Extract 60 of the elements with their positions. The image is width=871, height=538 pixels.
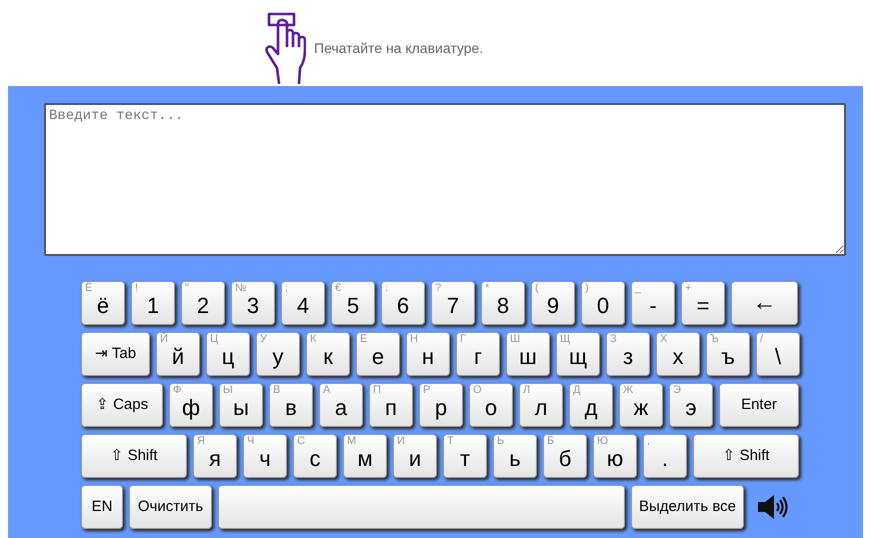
keyboard-key[interactable]: € 5 <box>331 281 375 325</box>
keyboard-key[interactable]: Ц ц <box>206 332 250 376</box>
keyboard-key[interactable]: О о <box>469 383 513 427</box>
keyboard-key[interactable]: ( 9 <box>531 281 575 325</box>
keyboard-key[interactable]: Д д <box>569 383 613 427</box>
keyboard-key[interactable]: Б б <box>543 434 587 478</box>
keyboard-key[interactable]: А а <box>319 383 363 427</box>
keyboard-key[interactable]: / \ <box>756 332 800 376</box>
text-input-field[interactable]: Введите текст... <box>44 103 846 256</box>
keyboard-key[interactable]: Н н <box>406 332 450 376</box>
keyboard-key[interactable]: Р р <box>419 383 463 427</box>
keyboard-key[interactable]: Ь ь <box>493 434 537 478</box>
keyboard-key[interactable]: И и <box>393 434 437 478</box>
keyboard-key[interactable]: К к <box>306 332 350 376</box>
keyboard-key[interactable]: ? 7 <box>431 281 475 325</box>
tab-key[interactable]: ⇥ Tab <box>81 332 150 376</box>
keyboard-key[interactable]: П п <box>369 383 413 427</box>
clear-key[interactable]: Очистить <box>129 485 212 529</box>
shift-key[interactable]: ⇧ Shift <box>81 434 187 478</box>
keyboard-key[interactable]: С с <box>293 434 337 478</box>
keyboard-key[interactable]: _ - <box>631 281 675 325</box>
keyboard-key[interactable]: Ч ч <box>243 434 287 478</box>
keyboard-key[interactable]: * 8 <box>481 281 525 325</box>
keyboard-key[interactable]: ) 0 <box>581 281 625 325</box>
keyboard-key[interactable]: Ё ё <box>81 281 125 325</box>
instruction-text: Печатайте на клавиатуре. <box>314 38 484 58</box>
keyboard-key[interactable]: ! 1 <box>131 281 175 325</box>
keyboard-key[interactable]: Ы ы <box>219 383 263 427</box>
keyboard-key[interactable]: У у <box>256 332 300 376</box>
keyboard-key[interactable]: , . <box>643 434 687 478</box>
keyboard-key[interactable]: : 6 <box>381 281 425 325</box>
keyboard-key[interactable]: Г г <box>456 332 500 376</box>
keyboard-key[interactable]: М м <box>343 434 387 478</box>
space-key[interactable] <box>218 485 625 529</box>
keyboard-key[interactable]: Ш ш <box>506 332 550 376</box>
keyboard-key[interactable]: Щ щ <box>556 332 600 376</box>
keyboard-key[interactable]: Э э <box>669 383 713 427</box>
lang-key[interactable]: EN <box>81 485 123 529</box>
select-all-key[interactable]: Выделить все <box>631 485 744 529</box>
caps-key[interactable]: ⇪ Caps <box>81 383 163 427</box>
keyboard-key[interactable]: Т т <box>443 434 487 478</box>
keyboard-key[interactable]: Ъ ъ <box>706 332 750 376</box>
keyboard-key[interactable]: В в <box>269 383 313 427</box>
keyboard-key[interactable]: Е е <box>356 332 400 376</box>
enter-key[interactable]: Enter <box>719 383 799 427</box>
keyboard-key[interactable]: ; 4 <box>281 281 325 325</box>
keyboard-key[interactable]: № 3 <box>231 281 275 325</box>
keyboard-key[interactable]: Х х <box>656 332 700 376</box>
keyboard-key[interactable]: Ф ф <box>169 383 213 427</box>
keyboard-key[interactable]: З з <box>606 332 650 376</box>
keyboard-key[interactable]: Ж ж <box>619 383 663 427</box>
keyboard-key[interactable]: " 2 <box>181 281 225 325</box>
hand-pointer-icon <box>262 12 306 84</box>
backspace-key[interactable]: ← <box>731 281 798 325</box>
speaker-icon[interactable] <box>757 494 789 520</box>
keyboard-key[interactable]: Я я <box>193 434 237 478</box>
shift-key[interactable]: ⇧ Shift <box>693 434 799 478</box>
keyboard-key[interactable]: Ю ю <box>593 434 637 478</box>
keyboard-key[interactable]: + = <box>681 281 725 325</box>
keyboard-key[interactable]: Л л <box>519 383 563 427</box>
